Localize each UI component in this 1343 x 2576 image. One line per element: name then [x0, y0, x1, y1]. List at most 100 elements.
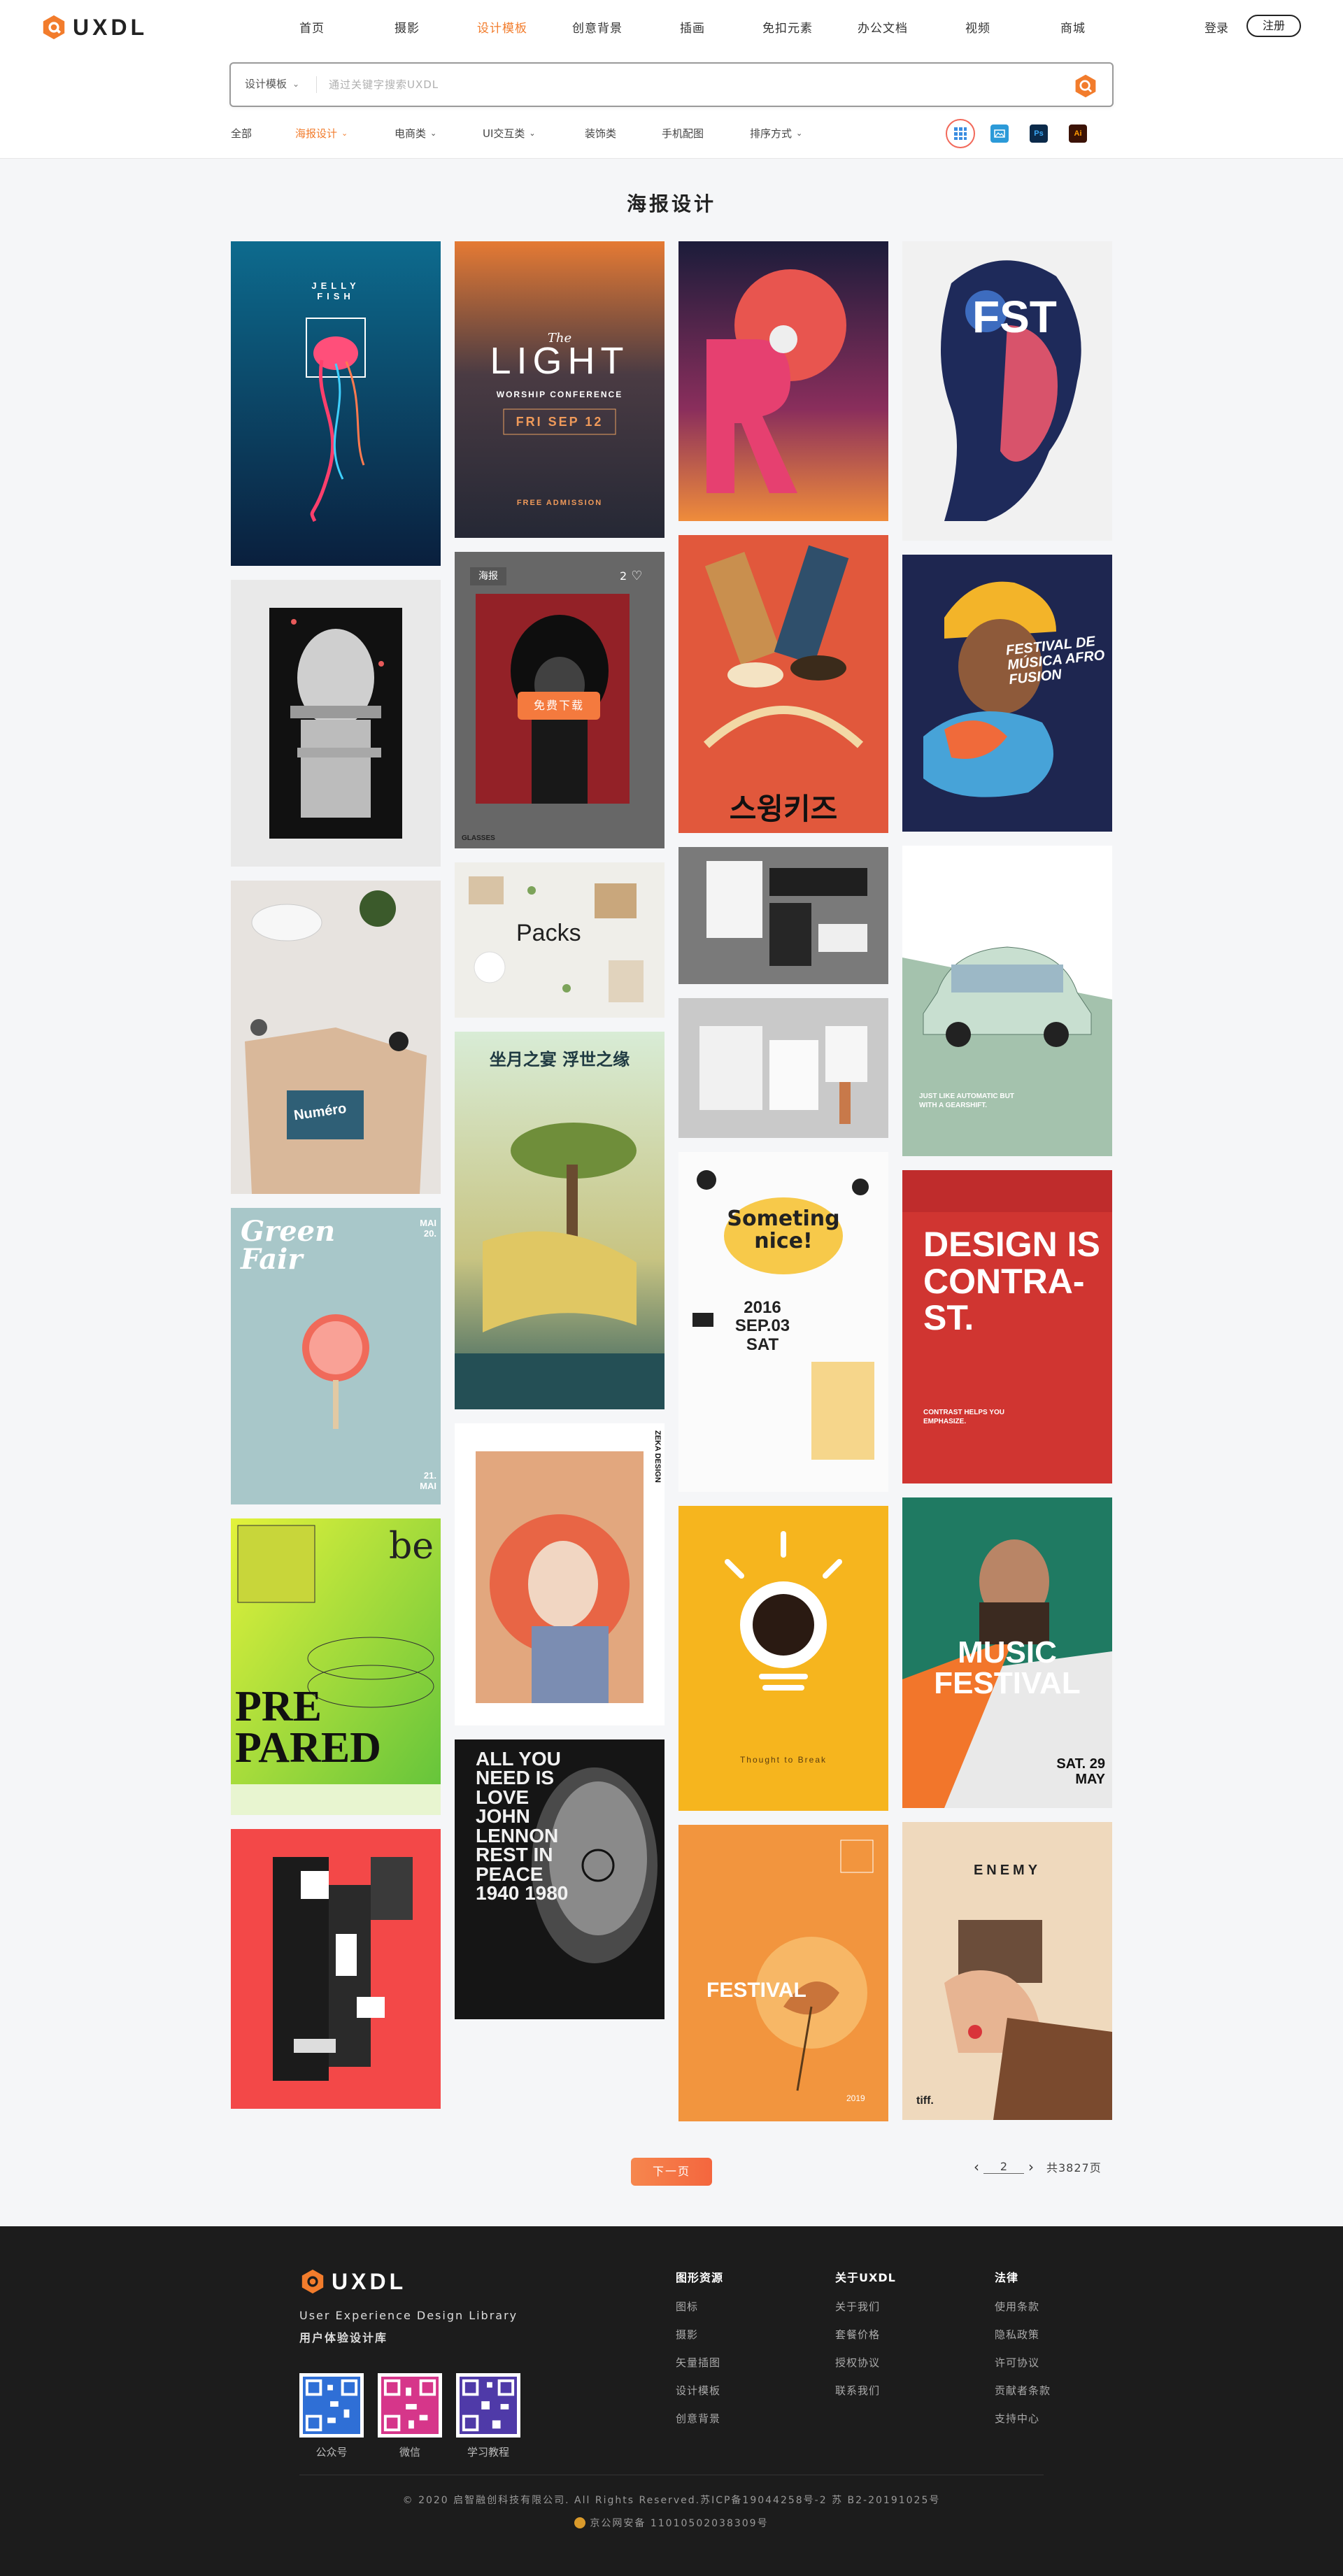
poster-text: Someting nice!: [727, 1207, 840, 1253]
search-input[interactable]: [329, 73, 1028, 96]
footer-link[interactable]: 隐私政策: [995, 2327, 1051, 2342]
footer-link[interactable]: 支持中心: [995, 2411, 1051, 2426]
poster-card-venus[interactable]: [231, 580, 441, 867]
chevron-down-icon: ⌄: [796, 129, 803, 138]
nav-item-photo[interactable]: 摄影: [360, 18, 455, 36]
poster-text: JUST LIKE AUTOMATIC BUT WITH A GEARSHIFT…: [919, 1093, 1014, 1109]
filter-decoration[interactable]: 装饰类: [585, 126, 662, 141]
nav-item-elements[interactable]: 免扣元素: [740, 18, 835, 36]
poster-card-flatlay[interactable]: Numéro: [231, 881, 441, 1194]
site-logo[interactable]: UXDL: [41, 13, 148, 42]
poster-card-enemy[interactable]: ENEMY tiff.: [902, 1822, 1112, 2120]
poster-text: ALL YOU NEED IS LOVE JOHN LENNON REST IN…: [476, 1748, 569, 1905]
nav-item-office[interactable]: 办公文档: [835, 18, 930, 36]
page-title: 海报设计: [626, 192, 716, 215]
footer-logo[interactable]: UXDL: [299, 2268, 406, 2295]
search-divider: [316, 76, 317, 93]
poster-card-glasses-hover[interactable]: 海报 2 ♡ 免费下载 GLASSES: [455, 552, 665, 848]
poster-text: GLASSES: [462, 834, 495, 842]
like-counter[interactable]: 2 ♡: [620, 569, 642, 583]
footer-link[interactable]: 创意背景: [676, 2411, 723, 2426]
poster-card-swing-kids[interactable]: 스윙키즈: [678, 535, 888, 833]
nav-item-templates[interactable]: 设计模板: [455, 18, 550, 36]
poster-card-jellyfish[interactable]: JELLY FISH: [231, 241, 441, 566]
poster-text: Thought to Break: [739, 1755, 827, 1765]
poster-card-lennon[interactable]: ALL YOU NEED IS LOVE JOHN LENNON REST IN…: [455, 1739, 665, 2019]
logo-mark-icon: [301, 2269, 324, 2294]
logo-mark-icon: [43, 15, 65, 40]
footer-link[interactable]: 摄影: [676, 2327, 723, 2342]
search-button-icon[interactable]: [1073, 73, 1098, 99]
poster-text: LIGHT: [490, 340, 630, 382]
page-number-input[interactable]: 2: [983, 2160, 1024, 2174]
register-button[interactable]: 注册: [1246, 15, 1301, 37]
chinese-illustration-image: [455, 1032, 665, 1409]
qr-code-tutorial: [456, 2373, 520, 2438]
police-record-text: 京公网安备 11010502038309号: [590, 2518, 769, 2529]
nav-item-backgrounds[interactable]: 创意背景: [550, 18, 645, 36]
pagination: ‹ 2 › 共3827页: [974, 2158, 1102, 2175]
chevron-down-icon: ⌄: [341, 129, 348, 138]
footer-link[interactable]: 许可协议: [995, 2355, 1051, 2370]
poster-card-afro-fusion[interactable]: FESTIVAL DE MÚSICA AFRO FUSION: [902, 555, 1112, 832]
poster-card-contrast[interactable]: DESIGN IS CONTRA-ST. CONTRAST HELPS YOU …: [902, 1170, 1112, 1483]
logo-text: UXDL: [332, 2268, 407, 2294]
poster-text: Packs: [516, 920, 581, 946]
qr-label: 微信: [399, 2446, 420, 2458]
filter-ui[interactable]: UI交互类 ⌄: [483, 126, 585, 141]
poster-text: tiff.: [916, 2095, 934, 2107]
app-icon-sketch[interactable]: [990, 124, 1009, 143]
qr-code-icon: [303, 2377, 360, 2434]
poster-card-something-nice[interactable]: Someting nice! 2016 SEP.03 SAT: [678, 1152, 888, 1492]
poster-card-chinese[interactable]: 坐月之宴 浮世之缘: [455, 1032, 665, 1409]
prev-page-icon[interactable]: ‹: [974, 2158, 979, 2175]
all-apps-button[interactable]: [946, 119, 975, 148]
filter-mobile[interactable]: 手机配图: [662, 126, 750, 141]
app-icon-illustrator[interactable]: Ai: [1069, 124, 1087, 143]
footer-link[interactable]: 贡献者条款: [995, 2383, 1051, 2398]
logo-text: UXDL: [73, 14, 148, 40]
footer-link[interactable]: 图标: [676, 2299, 723, 2314]
stationery-mockup-image: [678, 847, 888, 984]
app-icon-photoshop[interactable]: Ps: [1030, 124, 1048, 143]
footer-link[interactable]: 授权协议: [835, 2355, 896, 2370]
poster-card-spring-festival[interactable]: FESTIVAL 2019: [678, 1825, 888, 2121]
poster-card-car[interactable]: JUST LIKE AUTOMATIC BUT WITH A GEARSHIFT…: [902, 846, 1112, 1156]
poster-card-prepared[interactable]: be PRE PARED: [231, 1518, 441, 1815]
footer-link[interactable]: 联系我们: [835, 2383, 896, 2398]
login-link[interactable]: 登录: [1205, 18, 1228, 36]
filter-poster[interactable]: 海报设计 ⌄: [295, 126, 395, 141]
afro-fusion-poster-image: [902, 555, 1112, 832]
poster-card-stationery-light[interactable]: [678, 998, 888, 1138]
search-type-select[interactable]: 设计模板 ⌄: [245, 76, 299, 91]
poster-card-fst[interactable]: FST: [902, 241, 1112, 541]
filter-all[interactable]: 全部: [231, 126, 295, 141]
filter-ecommerce[interactable]: 电商类 ⌄: [395, 126, 483, 141]
poster-card-zeka[interactable]: ZEKA DESIGN: [455, 1423, 665, 1725]
footer-link[interactable]: 设计模板: [676, 2383, 723, 2398]
poster-card-packs[interactable]: Packs: [455, 862, 665, 1018]
nav-item-video[interactable]: 视频: [930, 18, 1025, 36]
filter-sort[interactable]: 排序方式 ⌄: [750, 126, 834, 141]
coffee-poster-image: [678, 1506, 888, 1811]
poster-card-stationery-dark[interactable]: [678, 847, 888, 984]
poster-text: ZEKA DESIGN: [653, 1430, 662, 1483]
poster-card-glitch[interactable]: [231, 1829, 441, 2109]
next-page-icon[interactable]: ›: [1028, 2158, 1034, 2175]
footer-link[interactable]: 使用条款: [995, 2299, 1051, 2314]
nav-item-illustration[interactable]: 插画: [645, 18, 740, 36]
poster-card-coffee[interactable]: Thought to Break: [678, 1506, 888, 1811]
footer-link[interactable]: 套餐价格: [835, 2327, 896, 2342]
free-download-button[interactable]: 免费下载: [518, 692, 600, 720]
nav-item-mall[interactable]: 商城: [1025, 18, 1121, 36]
nav-item-home[interactable]: 首页: [264, 18, 360, 36]
next-page-button[interactable]: 下一页: [631, 2158, 712, 2186]
footer-link[interactable]: 关于我们: [835, 2299, 896, 2314]
footer-column-legal: 法律 使用条款 隐私政策 许可协议 贡献者条款 支持中心: [995, 2268, 1051, 2439]
poster-card-light[interactable]: The LIGHT WORSHIP CONFERENCE FRI SEP 12 …: [455, 241, 665, 538]
poster-card-green-fair[interactable]: Green Fair MAI 20. 21. MAI: [231, 1208, 441, 1504]
poster-text: 21. MAI: [420, 1470, 436, 1491]
poster-card-astronaut[interactable]: [678, 241, 888, 521]
poster-card-music-festival[interactable]: MUSIC FESTIVAL SAT. 29 MAY: [902, 1497, 1112, 1808]
footer-link[interactable]: 矢量插图: [676, 2355, 723, 2370]
